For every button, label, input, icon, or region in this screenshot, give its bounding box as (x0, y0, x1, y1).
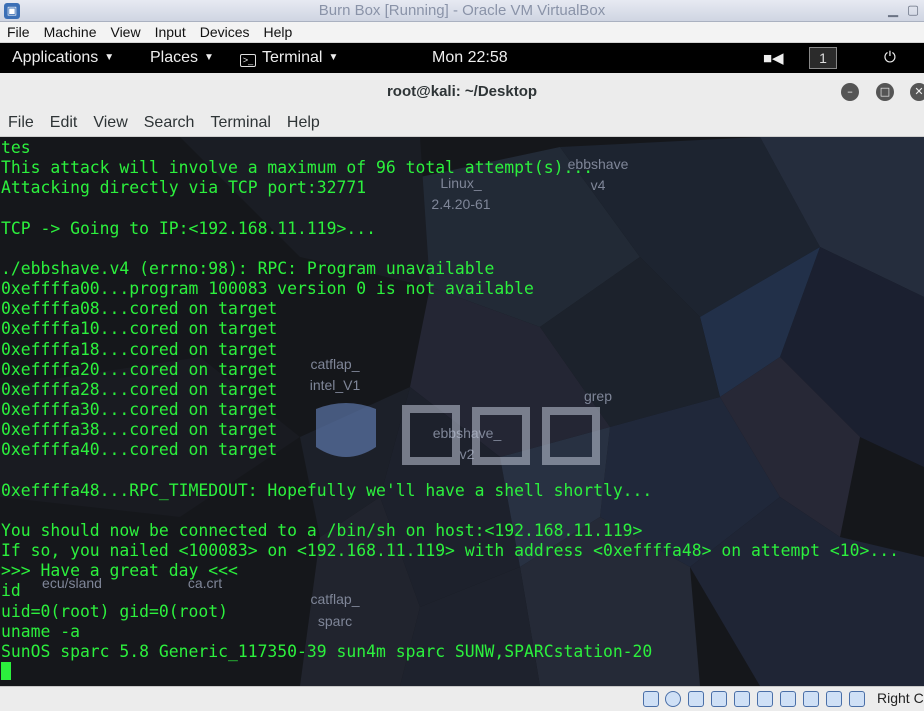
display-icon[interactable] (780, 691, 796, 707)
terminal-line: You should now be connected to a /bin/sh… (1, 520, 643, 540)
terminal-menu-edit[interactable]: Edit (42, 110, 78, 136)
vbox-menu-devices[interactable]: Devices (193, 22, 257, 42)
terminal-cursor[interactable] (1, 662, 11, 681)
terminal-line: SunOS sparc 5.8 Generic_117350-39 sun4m … (1, 641, 653, 661)
terminal-line: 0xeffffa28...cored on target (1, 379, 278, 399)
optical-drive-icon[interactable] (665, 691, 681, 707)
places-label: Places (150, 49, 199, 66)
terminal-menubar: File Edit View Search Terminal Help (0, 110, 924, 137)
mouse-integration-icon[interactable] (849, 691, 865, 707)
terminal-icon: >_ (240, 54, 256, 67)
terminal-menu-search[interactable]: Search (136, 110, 195, 136)
terminal-line: uname -a (1, 621, 80, 641)
minimize-icon[interactable]: – (841, 83, 859, 101)
terminal-line: This attack will involve a maximum of 96… (1, 158, 594, 178)
terminal-line: 0xeffffa00...program 100083 version 0 is… (1, 279, 534, 299)
audio-icon[interactable] (688, 691, 704, 707)
terminal-output-area[interactable]: Linux_ 2.4.20-61 ebbshave v4 catflap_ in… (0, 137, 924, 686)
virtualization-icon[interactable] (826, 691, 842, 707)
terminal-line: 0xeffffa10...cored on target (1, 319, 278, 339)
terminal-line: 0xeffffa18...cored on target (1, 339, 278, 359)
video-capture-icon[interactable] (803, 691, 819, 707)
terminal-menu-terminal[interactable]: Terminal (202, 110, 270, 136)
terminal-text: tes This attack will involve a maximum of… (1, 138, 899, 682)
gnome-top-panel: Applications ▼ Places ▼ >_ Terminal ▼ Mon 22… (0, 43, 924, 73)
terminal-menu-help[interactable]: Help (279, 110, 320, 136)
vbox-menu-machine[interactable]: Machine (37, 22, 104, 42)
shared-folders-icon[interactable] (757, 691, 773, 707)
caret-down-icon: ▼ (328, 52, 339, 63)
terminal-line: 0xeffffa40...cored on target (1, 440, 278, 460)
caret-down-icon: ▼ (204, 52, 214, 63)
applications-label: Applications (12, 49, 99, 66)
terminal-line: >>> Have a great day <<< (1, 561, 238, 581)
vbox-menu-help[interactable]: Help (257, 22, 300, 42)
terminal-line: TCP -> Going to IP:<192.168.11.119>... (1, 218, 376, 238)
workspace-indicator[interactable]: 1 (809, 47, 837, 69)
terminal-line: 0xeffffa08...cored on target (1, 299, 278, 319)
terminal-line: Attacking directly via TCP port:32771 (1, 178, 367, 198)
terminal-app-label: Terminal (262, 49, 323, 66)
terminal-titlebar: root@kali: ~/Desktop – □ ✕ (0, 73, 924, 110)
vbox-menu-view[interactable]: View (103, 22, 147, 42)
terminal-app-menu[interactable]: >_ Terminal ▼ (240, 49, 338, 67)
vbox-window-title: Burn Box [Running] - Oracle VM VirtualBo… (318, 2, 606, 19)
terminal-line: tes (1, 138, 31, 157)
vbox-menu-file[interactable]: File (0, 22, 37, 42)
maximize-icon[interactable]: □ (876, 83, 894, 101)
vbox-statusbar: Right C (0, 686, 924, 711)
network-icon[interactable] (711, 691, 727, 707)
terminal-line: If so, you nailed <100083> on <192.168.1… (1, 541, 899, 561)
caret-down-icon: ▼ (104, 52, 115, 63)
terminal-line: ./ebbshave.v4 (errno:98): RPC: Program u… (1, 258, 495, 278)
terminal-menu-view[interactable]: View (85, 110, 127, 136)
terminal-line: id (1, 581, 21, 601)
usb-icon[interactable] (734, 691, 750, 707)
minimize-icon[interactable]: ▁ (884, 2, 902, 20)
maximize-icon[interactable]: ▢ (904, 2, 922, 20)
camera-icon[interactable]: ■◀ (763, 49, 784, 67)
terminal-title: root@kali: ~/Desktop (386, 83, 538, 100)
host-key-label: Right C (877, 690, 924, 706)
vbox-title-bar: ▣ Burn Box [Running] - Oracle VM Virtual… (0, 0, 924, 22)
hard-disk-icon[interactable] (643, 691, 659, 707)
terminal-line: 0xeffffa48...RPC_TIMEDOUT: Hopefully we'… (1, 480, 653, 500)
terminal-menu-file[interactable]: File (0, 110, 34, 136)
terminal-line: 0xeffffa38...cored on target (1, 420, 278, 440)
applications-menu[interactable]: Applications ▼ (12, 49, 114, 67)
close-icon[interactable]: ✕ (910, 83, 924, 101)
terminal-line: uid=0(root) gid=0(root) (1, 601, 228, 621)
places-menu[interactable]: Places ▼ (150, 49, 214, 67)
terminal-line: 0xeffffa30...cored on target (1, 400, 278, 420)
vbox-menubar: File Machine View Input Devices Help (0, 22, 924, 43)
power-icon[interactable]: ⏻ (884, 49, 896, 66)
terminal-line: 0xeffffa20...cored on target (1, 359, 278, 379)
vbox-menu-input[interactable]: Input (148, 22, 193, 42)
terminal-prompt-line (1, 662, 899, 682)
clock[interactable]: Mon 22:58 (432, 49, 508, 67)
